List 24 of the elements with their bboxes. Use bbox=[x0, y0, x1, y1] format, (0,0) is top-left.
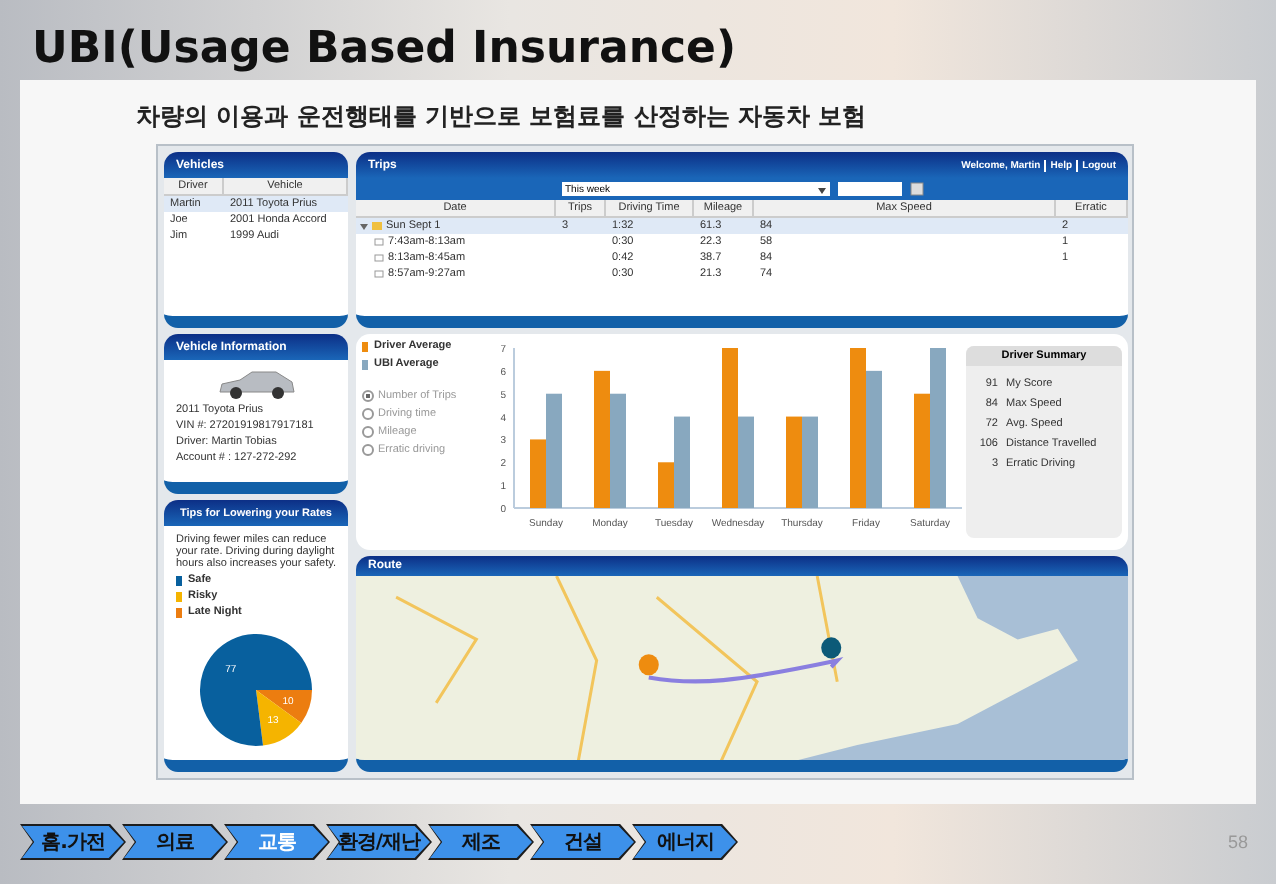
nav-tab[interactable]: 환경/재난 bbox=[326, 824, 432, 860]
slide-title: UBI(Usage Based Insurance) bbox=[30, 22, 739, 78]
nav-tab[interactable]: 건설 bbox=[530, 824, 636, 860]
caret-down-icon bbox=[817, 185, 825, 193]
page-number: 58 bbox=[1227, 832, 1248, 852]
calendar-icon[interactable] bbox=[909, 182, 923, 196]
radio-button[interactable] bbox=[362, 444, 374, 456]
nav-tab[interactable]: 에너지 bbox=[632, 824, 738, 860]
caret-down-icon[interactable] bbox=[360, 222, 368, 230]
radio-button[interactable] bbox=[362, 426, 374, 438]
legend-swatch bbox=[362, 359, 368, 369]
nav-tab[interactable]: 제조 bbox=[428, 824, 534, 860]
radio-button[interactable] bbox=[362, 408, 374, 420]
nav-tab[interactable]: 의료 bbox=[122, 824, 228, 860]
nav-tab[interactable]: 홈.가전 bbox=[20, 824, 126, 860]
date-field[interactable] bbox=[837, 182, 901, 196]
legend-swatch bbox=[362, 341, 368, 351]
slide-subtitle: 차량의 이용과 운전행태를 기반으로 보험료를 산정하는 자동차 보험 bbox=[134, 100, 869, 134]
legend-swatch bbox=[176, 591, 182, 602]
car-drawing bbox=[216, 368, 296, 400]
radio-button[interactable] bbox=[362, 390, 374, 402]
legend-swatch bbox=[176, 575, 182, 586]
folder-icon bbox=[372, 222, 382, 230]
legend-swatch bbox=[176, 607, 182, 618]
